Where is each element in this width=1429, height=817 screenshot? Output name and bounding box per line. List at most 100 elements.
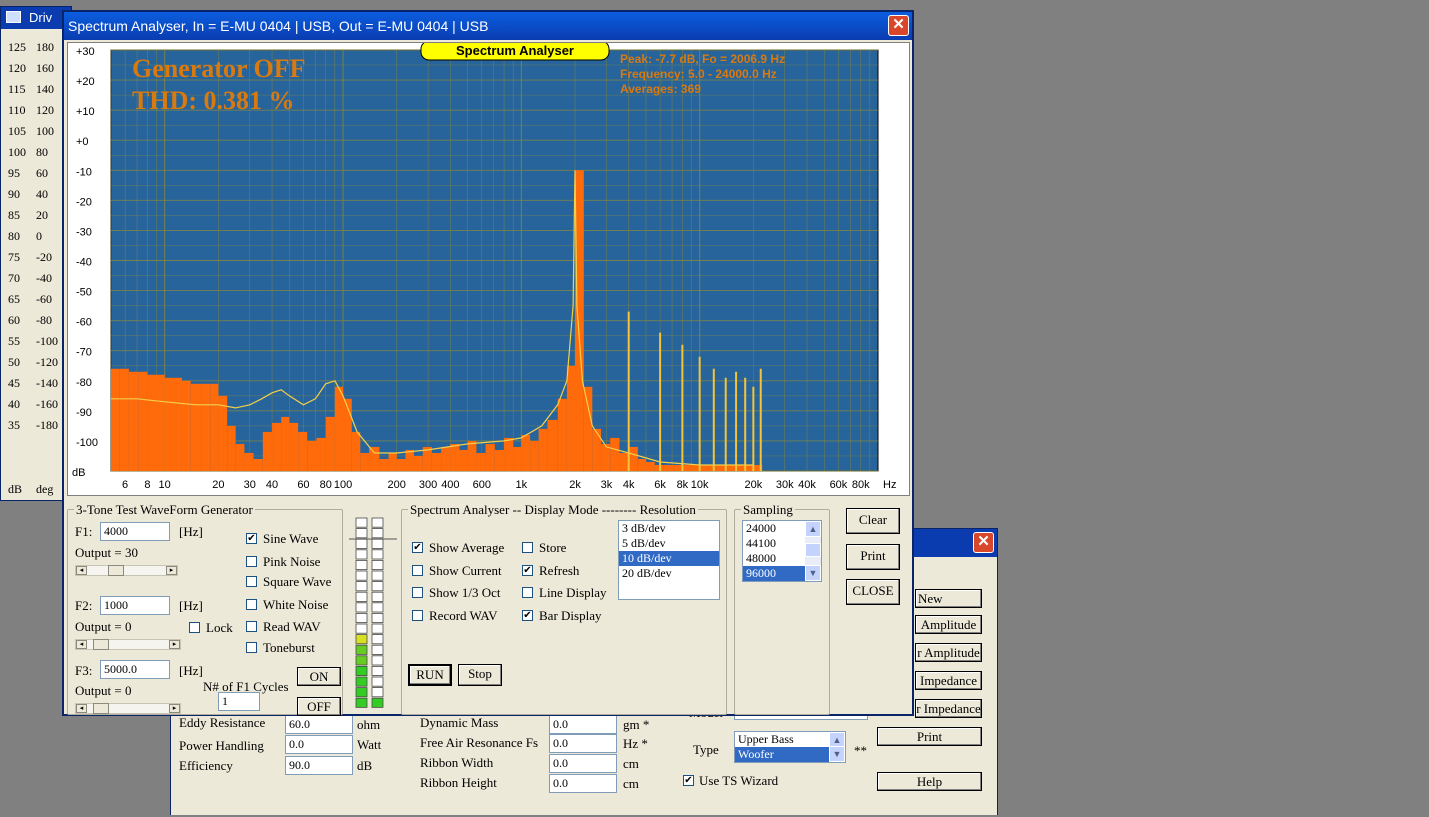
scale-row: 60 -80 [8,314,52,326]
opt-store-checkbox[interactable] [522,542,533,553]
wave-toneburst-checkbox[interactable] [246,642,257,653]
wave-pink-noise-checkbox[interactable] [246,556,257,567]
opt-line-display-checkbox[interactable] [522,587,533,598]
sampling-option[interactable]: 44100 [743,536,805,551]
scroll-thumb[interactable] [805,543,821,557]
opt-show-current-checkbox[interactable] [412,565,423,576]
f3-input[interactable]: 5000.0 [100,660,170,679]
props-print-button[interactable]: Print [877,727,982,746]
main-window-title: Spectrum Analyser, In = E-MU 0404 | USB,… [68,18,489,34]
wave-read-wav-label: Read WAV [263,619,321,634]
props-close-icon[interactable]: ✕ [973,532,994,553]
driver-window-titlebar[interactable]: Driv [1,7,71,29]
impedance-button[interactable]: Impedance [915,671,982,690]
scroll-up-icon[interactable]: ▲ [805,521,821,537]
x-tick-label: 60k [830,479,848,491]
main-titlebar[interactable]: Spectrum Analyser, In = E-MU 0404 | USB,… [64,12,912,40]
opt-record-wav-checkbox[interactable] [412,610,423,621]
f2-slider[interactable]: ◂ ▸ [75,639,181,650]
f1-slider[interactable]: ◂ ▸ [75,565,178,576]
main-close-icon[interactable]: ✕ [888,15,909,36]
slider-right-icon[interactable]: ▸ [169,704,180,713]
cycles-input[interactable]: 1 [218,692,260,711]
spectrum-bar [628,446,638,471]
eddy-resistance-input[interactable]: 60.0 [285,715,353,734]
sampling-option[interactable]: 24000 [743,521,805,536]
x-tick-label: 30k [776,479,794,491]
spectrum-bar [431,452,442,471]
f1-unit: [Hz] [179,524,203,539]
help-button[interactable]: Help [877,772,982,791]
efficiency-input[interactable]: 90.0 [285,756,353,775]
resolution-option[interactable]: 5 dB/dev [619,536,719,551]
sampling-option[interactable]: 96000 [743,566,805,581]
ribbon-width-input[interactable]: 0.0 [549,754,617,773]
scale-units: dB deg [8,483,53,495]
resolution-option[interactable]: 3 dB/dev [619,521,719,536]
new-button[interactable]: New [915,589,982,608]
spectrum-bar [190,383,202,471]
on-button[interactable]: ON [297,667,341,686]
resolution-option[interactable]: 10 dB/dev [619,551,719,566]
opt-show-average-checkbox[interactable]: ✔ [412,542,423,553]
resolution-option[interactable]: 20 dB/dev [619,566,719,581]
print-button[interactable]: Print [846,544,900,570]
slider-thumb[interactable] [108,565,124,576]
slider-left-icon[interactable]: ◂ [76,704,87,713]
scale-deg-value: -180 [36,418,58,432]
slider-left-icon[interactable]: ◂ [76,640,87,649]
slider-left-icon[interactable]: ◂ [76,566,87,575]
scale-db-value: 95 [8,166,20,180]
f2-input[interactable]: 1000 [100,596,170,615]
run-button[interactable]: RUN [408,664,452,686]
wave-sine-wave-label: Sine Wave [263,531,319,546]
scale-db-value: 75 [8,250,20,264]
r-amplitude-button[interactable]: r Amplitude [915,643,982,662]
clear-button[interactable]: Clear [846,508,900,534]
slider-right-icon[interactable]: ▸ [166,566,177,575]
f1-input[interactable]: 4000 [100,522,170,541]
slider-thumb[interactable] [93,639,109,650]
r-impedance-button[interactable]: r Impedance [915,699,982,718]
opt-show-1-3-oct-checkbox[interactable] [412,587,423,598]
slider-right-icon[interactable]: ▸ [169,640,180,649]
fs-input[interactable]: 0.0 [549,734,617,753]
opt-refresh-checkbox[interactable]: ✔ [522,565,533,576]
wave-read-wav-checkbox[interactable] [246,621,257,632]
close-button[interactable]: CLOSE [846,579,900,605]
opt-bar-display-checkbox[interactable]: ✔ [522,610,533,621]
amplitude-button[interactable]: Amplitude [915,615,982,634]
scale-deg-value: 80 [36,145,48,159]
spectrum-bar [289,422,299,471]
scroll-down-icon[interactable]: ▼ [829,746,845,762]
power-handling-input[interactable]: 0.0 [285,735,353,754]
spectrum-bar [360,452,370,471]
sampling-listbox[interactable]: 24000 44100 48000 96000 ▲ ▼ [742,520,822,582]
scale-db-value: 55 [8,334,20,348]
type-listbox[interactable]: Upper Bass Woofer ▲ ▼ [734,731,846,763]
scale-db-value: 60 [8,313,20,327]
scroll-down-icon[interactable]: ▼ [805,565,821,581]
wave-sine-wave-checkbox[interactable]: ✔ [246,533,257,544]
f3-slider[interactable]: ◂ ▸ [75,703,181,714]
sampling-option[interactable]: 48000 [743,551,805,566]
spectrum-bar [405,449,414,471]
scale-db-value: 65 [8,292,20,306]
stop-button[interactable]: Stop [458,664,502,686]
wave-square-wave-checkbox[interactable] [246,576,257,587]
lock-checkbox[interactable] [189,622,200,633]
use-ts-wizard-checkbox[interactable]: ✔ [683,775,694,786]
spectrum-bar [673,464,683,471]
off-button[interactable]: OFF [297,697,341,716]
slider-thumb[interactable] [93,703,109,714]
ribbon-height-label: Ribbon Height [420,775,497,790]
wave-white-noise-checkbox[interactable] [246,599,257,610]
ribbon-height-input[interactable]: 0.0 [549,774,617,793]
right-level-meter [371,517,384,708]
x-tick-label: 3k [601,479,613,491]
y-tick-label: -100 [76,437,98,449]
scale-row: 90 40 [8,188,48,200]
resolution-listbox[interactable]: 3 dB/dev 5 dB/dev 10 dB/dev 20 dB/dev [618,520,720,600]
scale-row: 80 0 [8,230,42,242]
dynamic-mass-input[interactable]: 0.0 [549,715,617,734]
